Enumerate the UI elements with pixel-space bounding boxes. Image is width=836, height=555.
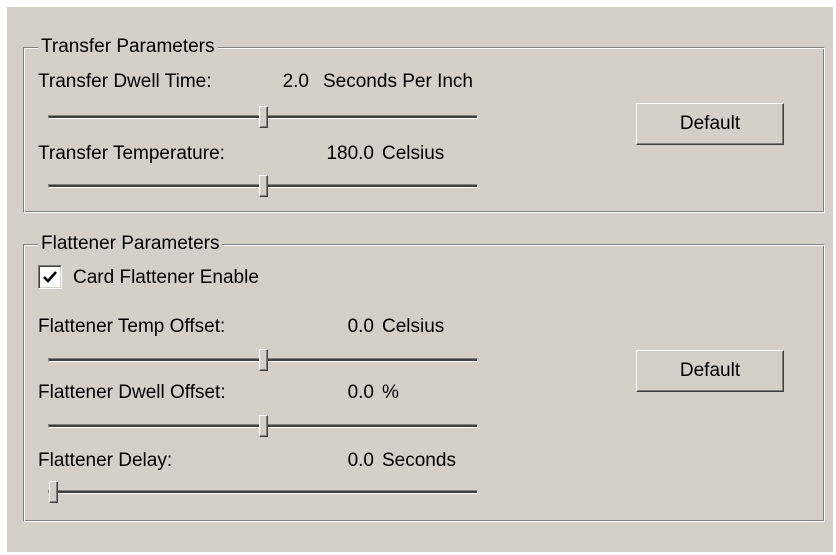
flattener-delay-slider[interactable] bbox=[48, 481, 478, 505]
transfer-temperature-label: Transfer Temperature: bbox=[38, 143, 225, 164]
transfer-dwell-label: Transfer Dwell Time: bbox=[38, 71, 212, 92]
slider-thumb[interactable] bbox=[49, 481, 58, 503]
flattener-temp-offset-unit: Celsius bbox=[382, 316, 445, 337]
slider-thumb[interactable] bbox=[259, 349, 268, 371]
slider-track bbox=[48, 490, 478, 494]
transfer-dwell-value: 2.0 bbox=[282, 71, 309, 92]
flattener-dwell-offset-unit: % bbox=[382, 382, 399, 403]
slider-thumb[interactable] bbox=[259, 106, 268, 128]
transfer-temperature-value: 180.0 bbox=[326, 143, 374, 164]
flattener-temp-offset-slider[interactable] bbox=[48, 349, 478, 373]
transfer-temperature-slider[interactable] bbox=[48, 175, 478, 199]
flattener-settings-panel: Transfer Parameters Transfer Dwell Time:… bbox=[7, 7, 833, 552]
slider-thumb[interactable] bbox=[259, 175, 268, 197]
transfer-dwell-unit: Seconds Per Inch bbox=[323, 71, 473, 92]
flattener-dwell-offset-slider[interactable] bbox=[48, 415, 478, 439]
flattener-delay-value: 0.0 bbox=[347, 450, 374, 471]
flattener-group-title: Flattener Parameters bbox=[38, 232, 223, 256]
transfer-dwell-slider[interactable] bbox=[48, 106, 478, 130]
transfer-parameters-group: Transfer Parameters Transfer Dwell Time:… bbox=[23, 35, 825, 213]
flattener-parameters-group: Flattener Parameters Card Flattener Enab… bbox=[23, 232, 825, 522]
flattener-enable-checkbox[interactable] bbox=[38, 265, 62, 289]
checkmark-icon bbox=[43, 271, 57, 283]
flattener-delay-label: Flattener Delay: bbox=[38, 450, 173, 471]
transfer-temperature-unit: Celsius bbox=[382, 143, 445, 164]
transfer-group-title: Transfer Parameters bbox=[38, 35, 218, 59]
flattener-delay-unit: Seconds bbox=[382, 450, 456, 471]
transfer-default-button[interactable]: Default bbox=[636, 103, 784, 145]
flattener-dwell-offset-value: 0.0 bbox=[347, 382, 374, 403]
flattener-default-button[interactable]: Default bbox=[636, 350, 784, 392]
slider-thumb[interactable] bbox=[259, 415, 268, 437]
flattener-dwell-offset-label: Flattener Dwell Offset: bbox=[38, 382, 226, 403]
flattener-temp-offset-value: 0.0 bbox=[347, 316, 374, 337]
flattener-temp-offset-label: Flattener Temp Offset: bbox=[38, 316, 226, 337]
flattener-enable-label[interactable]: Card Flattener Enable bbox=[73, 266, 259, 290]
